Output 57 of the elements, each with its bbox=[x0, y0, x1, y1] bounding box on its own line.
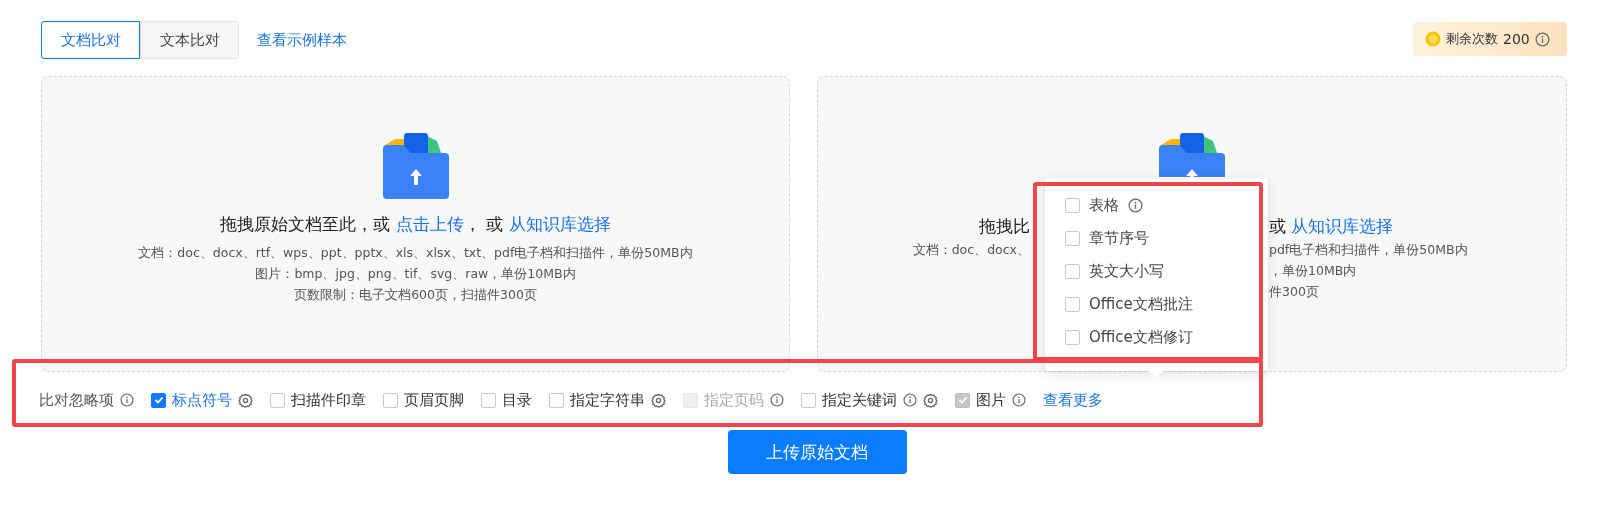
option-label: 指定字符串 bbox=[570, 390, 645, 410]
checkbox[interactable] bbox=[383, 392, 398, 408]
dropzone-prompt: 拖拽比 bbox=[978, 215, 1030, 238]
info-icon[interactable] bbox=[120, 393, 134, 407]
info-icon[interactable] bbox=[1534, 31, 1550, 47]
ignore-label: 比对忽略项 bbox=[39, 390, 114, 410]
more-link[interactable]: 查看更多 bbox=[1043, 390, 1103, 410]
option-label: 图片 bbox=[976, 390, 1006, 410]
option-label: Office文档修订 bbox=[1089, 328, 1193, 347]
library-link[interactable]: 从知识库选择 bbox=[508, 214, 611, 234]
mode-tab[interactable]: 文档比对 bbox=[41, 21, 140, 59]
checkbox[interactable] bbox=[270, 392, 285, 408]
option-label: 指定页码 bbox=[704, 390, 764, 410]
library-link[interactable]: 从知识库选择 bbox=[1291, 216, 1394, 236]
option-label: 章节序号 bbox=[1089, 229, 1149, 248]
checkbox[interactable] bbox=[549, 392, 564, 408]
option-label: 表格 bbox=[1089, 196, 1119, 215]
checkbox[interactable] bbox=[1065, 264, 1080, 279]
option-label: 页眉页脚 bbox=[404, 390, 464, 410]
quota-count: 200 bbox=[1503, 31, 1530, 47]
coin-icon bbox=[1425, 31, 1441, 47]
option-label: 扫描件印章 bbox=[291, 390, 366, 410]
option-label: Office文档批注 bbox=[1089, 295, 1193, 314]
format-note: 文档：doc、docx、rtf、wps、ppt、pptx、xls、xlsx、txt、pdf电子档和扫描件，单份50MB内 bbox=[138, 244, 693, 262]
format-note: ，单份10MB内 bbox=[1269, 262, 1358, 280]
option-label: 指定关键词 bbox=[822, 390, 897, 410]
checkbox[interactable] bbox=[801, 392, 816, 408]
check-icon bbox=[153, 395, 164, 405]
checkbox[interactable] bbox=[481, 392, 496, 408]
checkbox[interactable] bbox=[1065, 330, 1080, 345]
mode-tab[interactable]: 文本比对 bbox=[140, 21, 239, 59]
settings-icon[interactable] bbox=[651, 392, 666, 408]
settings-icon[interactable] bbox=[923, 392, 938, 408]
folder-upload-icon bbox=[382, 133, 449, 199]
upload-link[interactable]: 点击上传 bbox=[395, 214, 464, 234]
option-label: 目录 bbox=[502, 390, 532, 410]
format-note: 图片：bmp、jpg、png、tif、svg、raw，单份10MB内 bbox=[255, 265, 576, 283]
format-note: 页数限制：电子文档600页，扫描件300页 bbox=[294, 286, 537, 304]
upload-button[interactable]: 上传原始文档 bbox=[727, 430, 907, 474]
quota-label: 剩余次数 bbox=[1446, 30, 1498, 48]
dropzone-prompt: 拖拽原始文档至此，或 点击上传， 或 从知识库选择 bbox=[220, 213, 611, 236]
option-label: 英文大小写 bbox=[1089, 262, 1164, 281]
format-note: 件300页 bbox=[1269, 283, 1320, 301]
info-icon[interactable] bbox=[1128, 198, 1143, 213]
settings-icon[interactable] bbox=[238, 392, 253, 408]
checkbox[interactable] bbox=[151, 392, 166, 408]
checkbox[interactable] bbox=[1065, 198, 1080, 213]
check-icon bbox=[957, 395, 968, 405]
format-note: pdf电子档和扫描件，单份50MB内 bbox=[1269, 241, 1469, 259]
sample-link[interactable]: 查看示例样本 bbox=[257, 30, 347, 50]
option-label: 标点符号 bbox=[172, 390, 232, 410]
upload-dropzone[interactable]: 拖拽原始文档至此，或 点击上传， 或 从知识库选择 文档：doc、docx、rtf、wps、ppt、pptx、xls、xlsx、txt、pdf电子档和扫描件，单份50MB内 图片：bmp、jpg、png、tif、svg、raw，单份10MB内 页数限制：电子文档600页，扫描件300页 bbox=[41, 76, 790, 372]
dropzone-prompt: 或 从知识库选择 bbox=[1269, 215, 1395, 238]
info-icon[interactable] bbox=[903, 393, 917, 407]
checkbox[interactable] bbox=[1065, 231, 1080, 246]
checkbox[interactable] bbox=[1065, 297, 1080, 312]
format-note: 文档：doc、docx、 bbox=[911, 241, 1030, 259]
